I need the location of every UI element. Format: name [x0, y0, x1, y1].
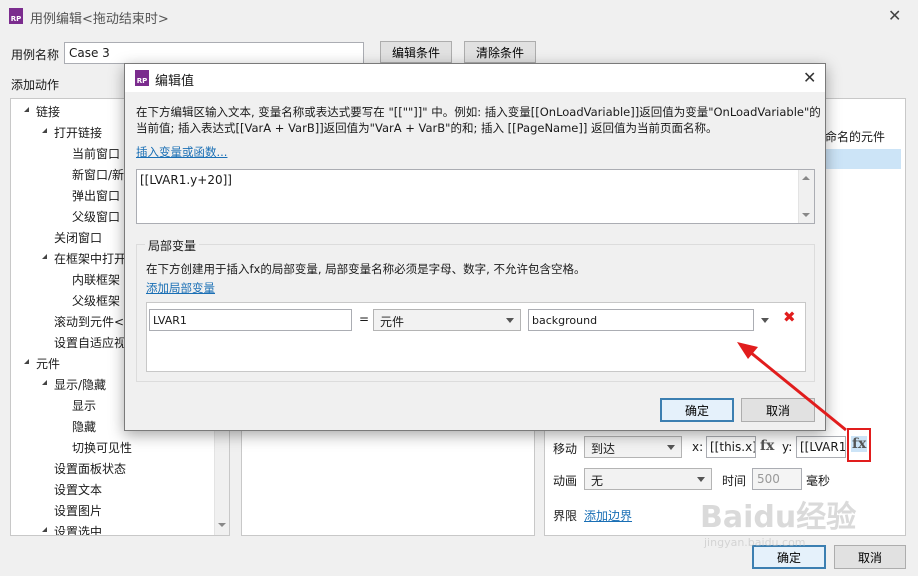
arrow-shaft [749, 350, 847, 432]
annotation-arrow [737, 342, 847, 432]
